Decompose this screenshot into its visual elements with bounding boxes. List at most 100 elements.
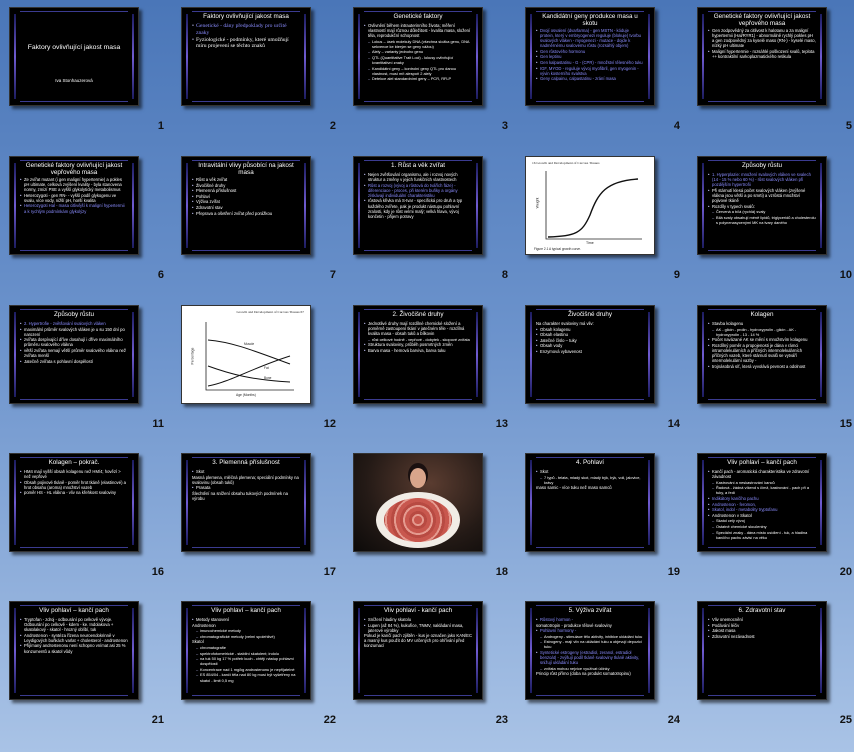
slide-thumbnail-cell[interactable]: Vliv pohlaví - kančí pach Snížení hladiny…	[344, 594, 515, 739]
slide-decoration	[186, 460, 188, 545]
slide-thumbnail-cell[interactable]: Genetické faktory Ovlivnění během intraut…	[344, 0, 515, 145]
slide-thumbnail[interactable]: Živočišné druhy Na charakter svaloviny má…	[525, 305, 655, 404]
slide-thumbnail-cell[interactable]: Kolagen – pokrač. HM4 mají vyšší obsah ko…	[0, 446, 171, 591]
slide-decoration	[20, 695, 128, 696]
slide-decoration	[708, 547, 816, 548]
bullet-item: maso samic - více tuku než maso samců	[536, 485, 612, 491]
slide-thumbnail[interactable]: 4. Pohlaví Skot7 typů - telata, mladý sko…	[525, 453, 655, 552]
bullet-item: Gen růstového hormonu	[536, 49, 644, 54]
bullet-item: Gen kalpastatinu - G - (CPR) - množství …	[536, 60, 644, 65]
slide-thumbnail-cell[interactable]: Growth and Development of Carcass Tissue…	[172, 298, 343, 443]
slide-thumbnail-cell[interactable]: Faktory ovlivňující jakost masa Genetické…	[172, 0, 343, 145]
slide-decoration	[536, 399, 644, 400]
slide-decoration	[358, 608, 360, 693]
slide-number: 8	[501, 269, 508, 281]
bullet-item: imunochemické metody	[192, 628, 300, 633]
slide-thumbnail-cell[interactable]: Genetické faktory ovlivňující jakost vep…	[0, 149, 171, 294]
slide-thumbnail[interactable]	[353, 453, 483, 552]
slide-number: 2	[329, 120, 336, 132]
slide-thumbnail[interactable]: Způsoby růstu 1. Hyperplazie: množení sva…	[697, 156, 827, 255]
slide-thumbnail-cell[interactable]: 4. Pohlaví Skot7 typů - telata, mladý sko…	[516, 446, 687, 591]
slide-bullet-list: Dvojí osvalení (dvarfarma) - gen MSTN - …	[536, 28, 644, 82]
slide-thumbnail-cell[interactable]: 2. Živočišné druhy Jednotlivé druhy mají …	[344, 298, 515, 443]
slide-number: 5	[845, 120, 852, 132]
slide-decoration	[304, 608, 306, 693]
slide-thumbnail[interactable]: Způsoby růstu 2. Hypertrofie - zvětšování…	[9, 305, 139, 404]
slide-thumbnail-cell[interactable]: Živočišné druhy Na charakter svaloviny má…	[516, 298, 687, 443]
slide-title: 5. Výživa zvířat	[568, 607, 612, 614]
slide-thumbnail[interactable]: Vliv pohlaví - kančí pach Snížení hladiny…	[353, 601, 483, 700]
bullet-item: Růst a rozvoj (vývoj a růstová do tváříc…	[364, 183, 472, 198]
slide-decoration	[536, 605, 644, 606]
bullet-item: Masná plemena, mléčná plemena; speciální…	[192, 474, 299, 485]
slide-thumbnail[interactable]: Genetické faktory ovlivňující jakost vep…	[9, 156, 139, 255]
slide-thumbnail-cell[interactable]: 5. Výživa zvířat Růstový hormon -somatotr…	[516, 594, 687, 739]
slide-bullet-list: Tryptofan - zdroj - odbourání po celkově…	[20, 617, 128, 654]
slide-title: Živočišné druhy	[567, 311, 613, 318]
slide-decoration	[708, 695, 816, 696]
slide-thumbnail-cell[interactable]: 1. Růst a věk zvířat Nejen zvětšování org…	[344, 149, 515, 294]
person-head	[410, 468, 426, 488]
slide-thumbnail-cell[interactable]: 3. Plemenná příslušnost SkotMasná plemena…	[172, 446, 343, 591]
slide-thumbnail-cell[interactable]: 6. Zdravotní stav Vliv onemocněníPodávání…	[688, 594, 854, 739]
slide-thumbnail[interactable]: Intravitální vlivy působící na jakost ma…	[181, 156, 311, 255]
slide-thumbnail-cell[interactable]: Způsoby růstu 2. Hypertrofie - zvětšování…	[0, 298, 171, 443]
slide-thumbnail[interactable]: 6. Zdravotní stav Vliv onemocněníPodávání…	[697, 601, 827, 700]
slide-decoration	[708, 399, 816, 400]
slide-thumbnail[interactable]: Vliv pohlaví – kančí pach Metody stanoven…	[181, 601, 311, 700]
slide-number: 1	[157, 120, 164, 132]
slide-thumbnail-cell[interactable]: Intravitální vlivy působící na jakost ma…	[172, 149, 343, 294]
bullet-item: Na charakter svaloviny má vliv:	[536, 321, 594, 326]
slide-thumbnail[interactable]: 5. Výživa zvířat Růstový hormon -somatotr…	[525, 601, 655, 700]
slide-thumbnail[interactable]: Growth and Development of Carcass Tissue…	[181, 305, 311, 404]
slide-decoration	[536, 309, 644, 310]
slide-bullet-list: SkotMasná plemena, mléčná plemena; speci…	[192, 469, 300, 502]
bullet-item: Ovlivnění během intrauterinního života; …	[364, 23, 472, 38]
slide-thumbnail[interactable]: Faktory ovlivňující jakost masa Genetické…	[181, 7, 311, 106]
bullet-item: Jatečně zvířata s pohlavní dospělostí	[20, 359, 128, 364]
slide-thumbnail-cell[interactable]: Faktory ovlivňující jakost masa Iva Stonh…	[0, 0, 171, 145]
slide-title: Genetické faktory ovlivňující jakost vep…	[25, 162, 123, 176]
bullet-item: Ze zvířat mutant (i gen maligní hyperter…	[20, 177, 128, 192]
slide-thumbnail[interactable]: 2. Živočišné druhy Jednotlivé druhy mají …	[353, 305, 483, 404]
slide-decoration	[708, 101, 816, 102]
slide-thumbnail-cell[interactable]: Genetické faktory ovlivňující jakost vep…	[688, 0, 854, 145]
bullet-item: Obsah kolagenu	[536, 327, 644, 332]
slide-thumbnail[interactable]: Kolagen Stavba kolagenuAK - glicin - prol…	[697, 305, 827, 404]
slide-thumbnail[interactable]: Kolagen – pokrač. HM4 mají vyšší obsah ko…	[9, 453, 139, 552]
slide-thumbnail[interactable]: 16 Growth and Development of Carcass Tis…	[525, 156, 655, 255]
bullet-item: Metody stanovení	[192, 617, 300, 622]
slide-thumbnail[interactable]: Vliv pohlaví – kančí pach Kančí pach - ar…	[697, 453, 827, 552]
bullet-item: Růst a věk zvířat	[192, 177, 300, 182]
bullet-item: Indikátory kančího pachu	[708, 496, 816, 501]
slide-thumbnail[interactable]: Genetické faktory ovlivňující jakost vep…	[697, 7, 827, 106]
slide-decoration	[708, 160, 816, 161]
slide-thumbnail-cell[interactable]: Vliv pohlaví – kančí pach Kančí pach - ar…	[688, 446, 854, 591]
slide-decoration	[192, 101, 300, 102]
series-label: Muscle	[244, 342, 255, 346]
slide-number: 13	[495, 418, 508, 430]
slide-thumbnail-cell[interactable]: Způsoby růstu 1. Hyperplazie: množení sva…	[688, 149, 854, 294]
slide-decoration	[20, 11, 128, 12]
slide-bullet-list: Nejen zvětšování organismu, ale i rozvoj…	[364, 172, 472, 219]
slide-thumbnail[interactable]: 1. Růst a věk zvířat Nejen zvětšování org…	[353, 156, 483, 255]
slide-thumbnail[interactable]: 3. Plemenná příslušnost SkotMasná plemena…	[181, 453, 311, 552]
bullet-item: Lupen (až 84 %), kukuřice, TNMV, nakláda…	[364, 623, 472, 633]
slide-thumbnail[interactable]: Kandidátní geny produkce masa u skotuDvo…	[525, 7, 655, 106]
slide-bullet-list: Genetické - dány předpoklady pro určité …	[192, 23, 300, 50]
slide-thumbnail[interactable]: Faktory ovlivňující jakost masa Iva Stonh…	[9, 7, 139, 106]
slide-thumbnail-cell[interactable]: Vliv pohlaví – kančí pach Metody stanoven…	[172, 594, 343, 739]
slide-thumbnail-cell[interactable]: Vliv pohlaví – kančí pach Tryptofan - zdr…	[0, 594, 171, 739]
bullet-item: Skatol, indol - metabolity tryptofanu	[708, 507, 816, 512]
slide-thumbnail-cell[interactable]: 18	[344, 446, 515, 591]
slide-thumbnail[interactable]: Vliv pohlaví – kančí pach Tryptofan - zdr…	[9, 601, 139, 700]
slide-number: 16	[151, 566, 164, 578]
slide-number: 21	[151, 714, 164, 726]
bullet-item: Při stárnutí klesá počet svalových vláke…	[708, 188, 816, 203]
slide-thumbnail-cell[interactable]: Kandidátní geny produkce masa u skotuDvo…	[516, 0, 687, 145]
slide-thumbnail-cell[interactable]: 16 Growth and Development of Carcass Tis…	[516, 149, 687, 294]
y-axis-label: Percentage	[190, 347, 195, 365]
slide-thumbnail-cell[interactable]: Kolagen Stavba kolagenuAK - glicin - prol…	[688, 298, 854, 443]
slide-thumbnail[interactable]: Genetické faktory Ovlivnění během intraut…	[353, 7, 483, 106]
slide-decoration	[186, 163, 188, 248]
